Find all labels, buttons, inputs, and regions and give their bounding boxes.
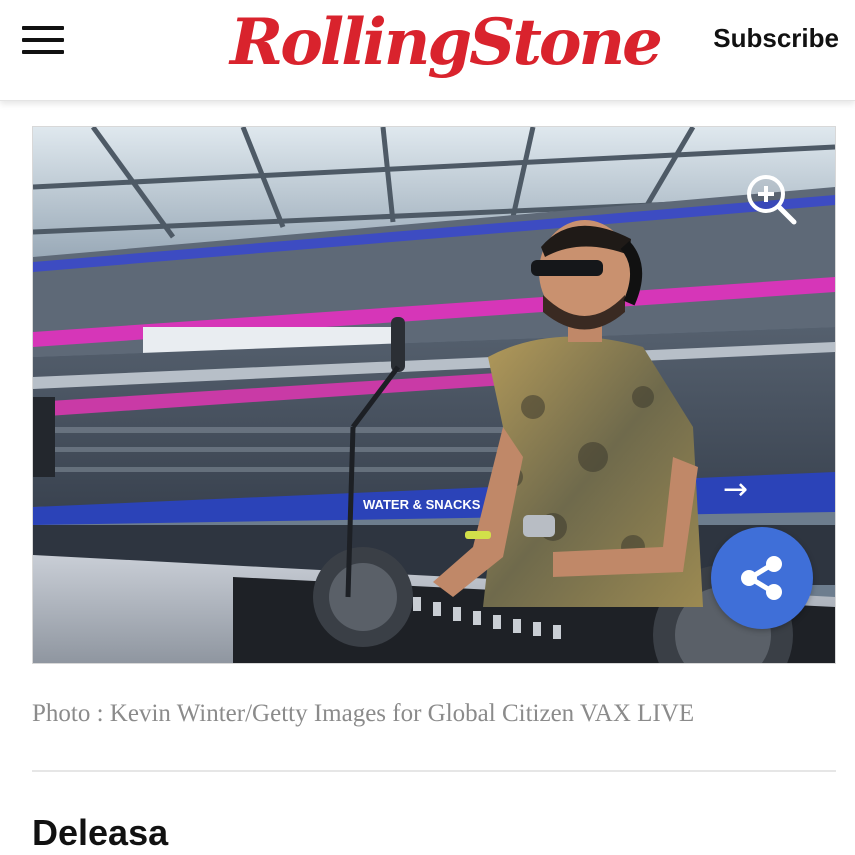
- subscribe-link[interactable]: Subscribe: [713, 18, 839, 58]
- artist-heading: Deleasa: [32, 812, 169, 853]
- photo-caption: Photo : Kevin Winter/Getty Images for Gl…: [32, 700, 695, 727]
- svg-text:→: →: [723, 472, 748, 507]
- banner-text: WATER & SNACKS: [363, 497, 481, 512]
- divider: [32, 770, 836, 772]
- site-header: RollingStone Subscribe: [0, 0, 855, 101]
- share-icon: [741, 556, 782, 600]
- share-button[interactable]: [711, 527, 813, 629]
- article-photo[interactable]: WATER & SNACKS →: [32, 126, 836, 664]
- hamburger-menu-icon[interactable]: [22, 22, 66, 60]
- zoom-in-icon[interactable]: [743, 171, 799, 227]
- rolling-stone-logo[interactable]: RollingStone: [230, 0, 663, 90]
